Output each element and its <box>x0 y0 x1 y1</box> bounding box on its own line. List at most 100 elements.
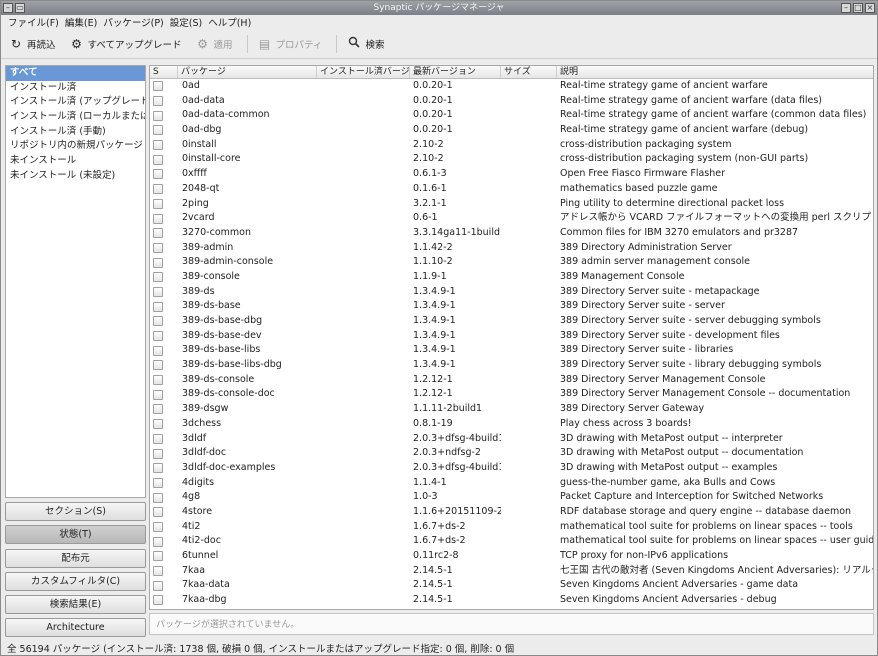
status-cell[interactable] <box>150 564 178 579</box>
package-checkbox[interactable] <box>153 477 163 488</box>
package-checkbox[interactable] <box>153 140 163 151</box>
column-size[interactable]: サイズ <box>501 66 557 78</box>
menu-file[interactable]: ファイル(F) <box>5 15 62 29</box>
package-checkbox[interactable] <box>153 110 163 121</box>
column-package[interactable]: パッケージ <box>178 66 317 78</box>
menu-help[interactable]: ヘルプ(H) <box>205 15 254 29</box>
status-cell[interactable] <box>150 446 178 461</box>
package-checkbox[interactable] <box>153 81 163 92</box>
filter-item-manual[interactable]: インストール済 (手動) <box>6 125 145 140</box>
status-button[interactable]: 状態(T) <box>5 525 146 545</box>
status-cell[interactable] <box>150 182 178 197</box>
status-cell[interactable] <box>150 343 178 358</box>
package-checkbox[interactable] <box>153 345 163 356</box>
package-checkbox[interactable] <box>153 301 163 312</box>
custom-filter-button[interactable]: カスタムフィルタ(C) <box>5 571 146 591</box>
package-checkbox[interactable] <box>153 419 163 430</box>
table-row[interactable]: 4ti2-doc 1.6.7+ds-2 mathematical tool suit… <box>150 534 873 549</box>
table-row[interactable]: 7kaa-data 2.14.5-1 Seven Kingdoms Ancient … <box>150 578 873 593</box>
properties-button[interactable]: ▤ プロパティ <box>258 37 323 51</box>
column-status[interactable]: S <box>150 66 178 78</box>
maximize-icon[interactable]: □ <box>853 3 863 13</box>
status-cell[interactable] <box>150 152 178 167</box>
table-row[interactable]: 3dchess 0.8.1-19 Play chess across 3 board… <box>150 417 873 432</box>
filter-item-not-installed-residual[interactable]: 未インストール (未設定) <box>6 169 145 184</box>
package-checkbox[interactable] <box>153 184 163 195</box>
status-cell[interactable] <box>150 402 178 417</box>
status-cell[interactable] <box>150 255 178 270</box>
table-row[interactable]: 3dldf 2.0.3+dfsg-4build1 3D drawing with M… <box>150 432 873 447</box>
status-cell[interactable] <box>150 285 178 300</box>
menu-package[interactable]: パッケージ(P) <box>100 15 166 29</box>
status-cell[interactable] <box>150 417 178 432</box>
minimize-icon[interactable]: – <box>841 3 851 13</box>
status-cell[interactable] <box>150 241 178 256</box>
status-cell[interactable] <box>150 461 178 476</box>
package-checkbox[interactable] <box>153 595 163 606</box>
architecture-button[interactable]: Architecture <box>5 618 146 638</box>
table-row[interactable]: 389-ds-console 1.2.12-1 389 Directory Serv… <box>150 373 873 388</box>
window-shade-icon[interactable]: ▭ <box>15 3 25 13</box>
table-row[interactable]: 0install 2.10-2 cross-distribution packagi… <box>150 138 873 153</box>
status-cell[interactable] <box>150 329 178 344</box>
status-cell[interactable] <box>150 549 178 564</box>
package-checkbox[interactable] <box>153 242 163 253</box>
origin-button[interactable]: 配布元 <box>5 548 146 568</box>
table-row[interactable]: 389-ds-base-dev 1.3.4.9-1 389 Directory Se… <box>150 329 873 344</box>
table-row[interactable]: 4ti2 1.6.7+ds-2 mathematical tool suite fo… <box>150 520 873 535</box>
package-checkbox[interactable] <box>153 286 163 297</box>
column-installed-version[interactable]: インストール済バージョン <box>317 66 410 78</box>
table-row[interactable]: 6tunnel 0.11rc2-8 TCP proxy for non-IPv6 a… <box>150 549 873 564</box>
table-row[interactable]: 389-ds-base-libs-dbg 1.3.4.9-1 389 Directo… <box>150 358 873 373</box>
status-cell[interactable] <box>150 211 178 226</box>
table-row[interactable]: 389-ds-base 1.3.4.9-1 389 Directory Server… <box>150 299 873 314</box>
table-row[interactable]: 7kaa-dbg 2.14.5-1 Seven Kingdoms Ancient A… <box>150 593 873 608</box>
filter-item-not-installed[interactable]: 未インストール <box>6 154 145 169</box>
package-checkbox[interactable] <box>153 404 163 415</box>
package-checkbox[interactable] <box>153 125 163 136</box>
table-row[interactable]: 0xffff 0.6.1-3 Open Free Fiasco Firmware F… <box>150 167 873 182</box>
table-row[interactable]: 389-ds-base-dbg 1.3.4.9-1 389 Directory Se… <box>150 314 873 329</box>
table-row[interactable]: 0ad-dbg 0.0.20-1 Real-time strategy game o… <box>150 123 873 138</box>
filter-item-new-in-repo[interactable]: リポジトリ内の新規パッケージ <box>6 139 145 154</box>
search-results-button[interactable]: 検索結果(E) <box>5 595 146 615</box>
filter-item-local-obsolete[interactable]: インストール済 (ローカルまたは廃止) <box>6 110 145 125</box>
package-checkbox[interactable] <box>153 433 163 444</box>
filter-item-installed[interactable]: インストール済 <box>6 81 145 96</box>
package-checkbox[interactable] <box>153 198 163 209</box>
status-cell[interactable] <box>150 505 178 520</box>
reload-button[interactable]: ↻ 再読込 <box>9 37 56 51</box>
filter-item-all[interactable]: すべて <box>6 66 145 81</box>
table-row[interactable]: 0ad-data-common 0.0.20-1 Real-time strateg… <box>150 108 873 123</box>
table-row[interactable]: 3270-common 3.3.14ga11-1build1 Common file… <box>150 226 873 241</box>
package-checkbox[interactable] <box>153 536 163 547</box>
status-cell[interactable] <box>150 94 178 109</box>
status-cell[interactable] <box>150 197 178 212</box>
package-checkbox[interactable] <box>153 521 163 532</box>
status-cell[interactable] <box>150 520 178 535</box>
status-cell[interactable] <box>150 534 178 549</box>
package-checkbox[interactable] <box>153 331 163 342</box>
table-row[interactable]: 0ad 0.0.20-1 Real-time strategy game of an… <box>150 79 873 94</box>
package-checkbox[interactable] <box>153 463 163 474</box>
status-cell[interactable] <box>150 123 178 138</box>
table-row[interactable]: 2048-qt 0.1.6-1 mathematics based puzzle g… <box>150 182 873 197</box>
table-row[interactable]: 0ad-data 0.0.20-1 Real-time strategy game … <box>150 94 873 109</box>
status-cell[interactable] <box>150 79 178 94</box>
status-cell[interactable] <box>150 270 178 285</box>
status-cell[interactable] <box>150 138 178 153</box>
package-checkbox[interactable] <box>153 360 163 371</box>
upgrade-all-button[interactable]: ⚙ すべてアップグレード <box>70 37 181 51</box>
status-cell[interactable] <box>150 578 178 593</box>
table-row[interactable]: 3dldf-doc 2.0.3+ndfsg-2 3D drawing with Me… <box>150 446 873 461</box>
status-cell[interactable] <box>150 358 178 373</box>
package-checkbox[interactable] <box>153 580 163 591</box>
table-row[interactable]: 4digits 1.1.4-1 guess-the-number game, aka… <box>150 476 873 491</box>
window-menu-icon[interactable]: – <box>3 3 13 13</box>
package-checkbox[interactable] <box>153 507 163 518</box>
close-icon[interactable]: × <box>865 3 875 13</box>
sections-button[interactable]: セクション(S) <box>5 502 146 521</box>
table-row[interactable]: 2ping 3.2.1-1 Ping utility to determine di… <box>150 197 873 212</box>
status-cell[interactable] <box>150 299 178 314</box>
table-row[interactable]: 2vcard 0.6-1 アドレス帳から VCARD ファイルフォーマットへの変換用… <box>150 211 873 226</box>
